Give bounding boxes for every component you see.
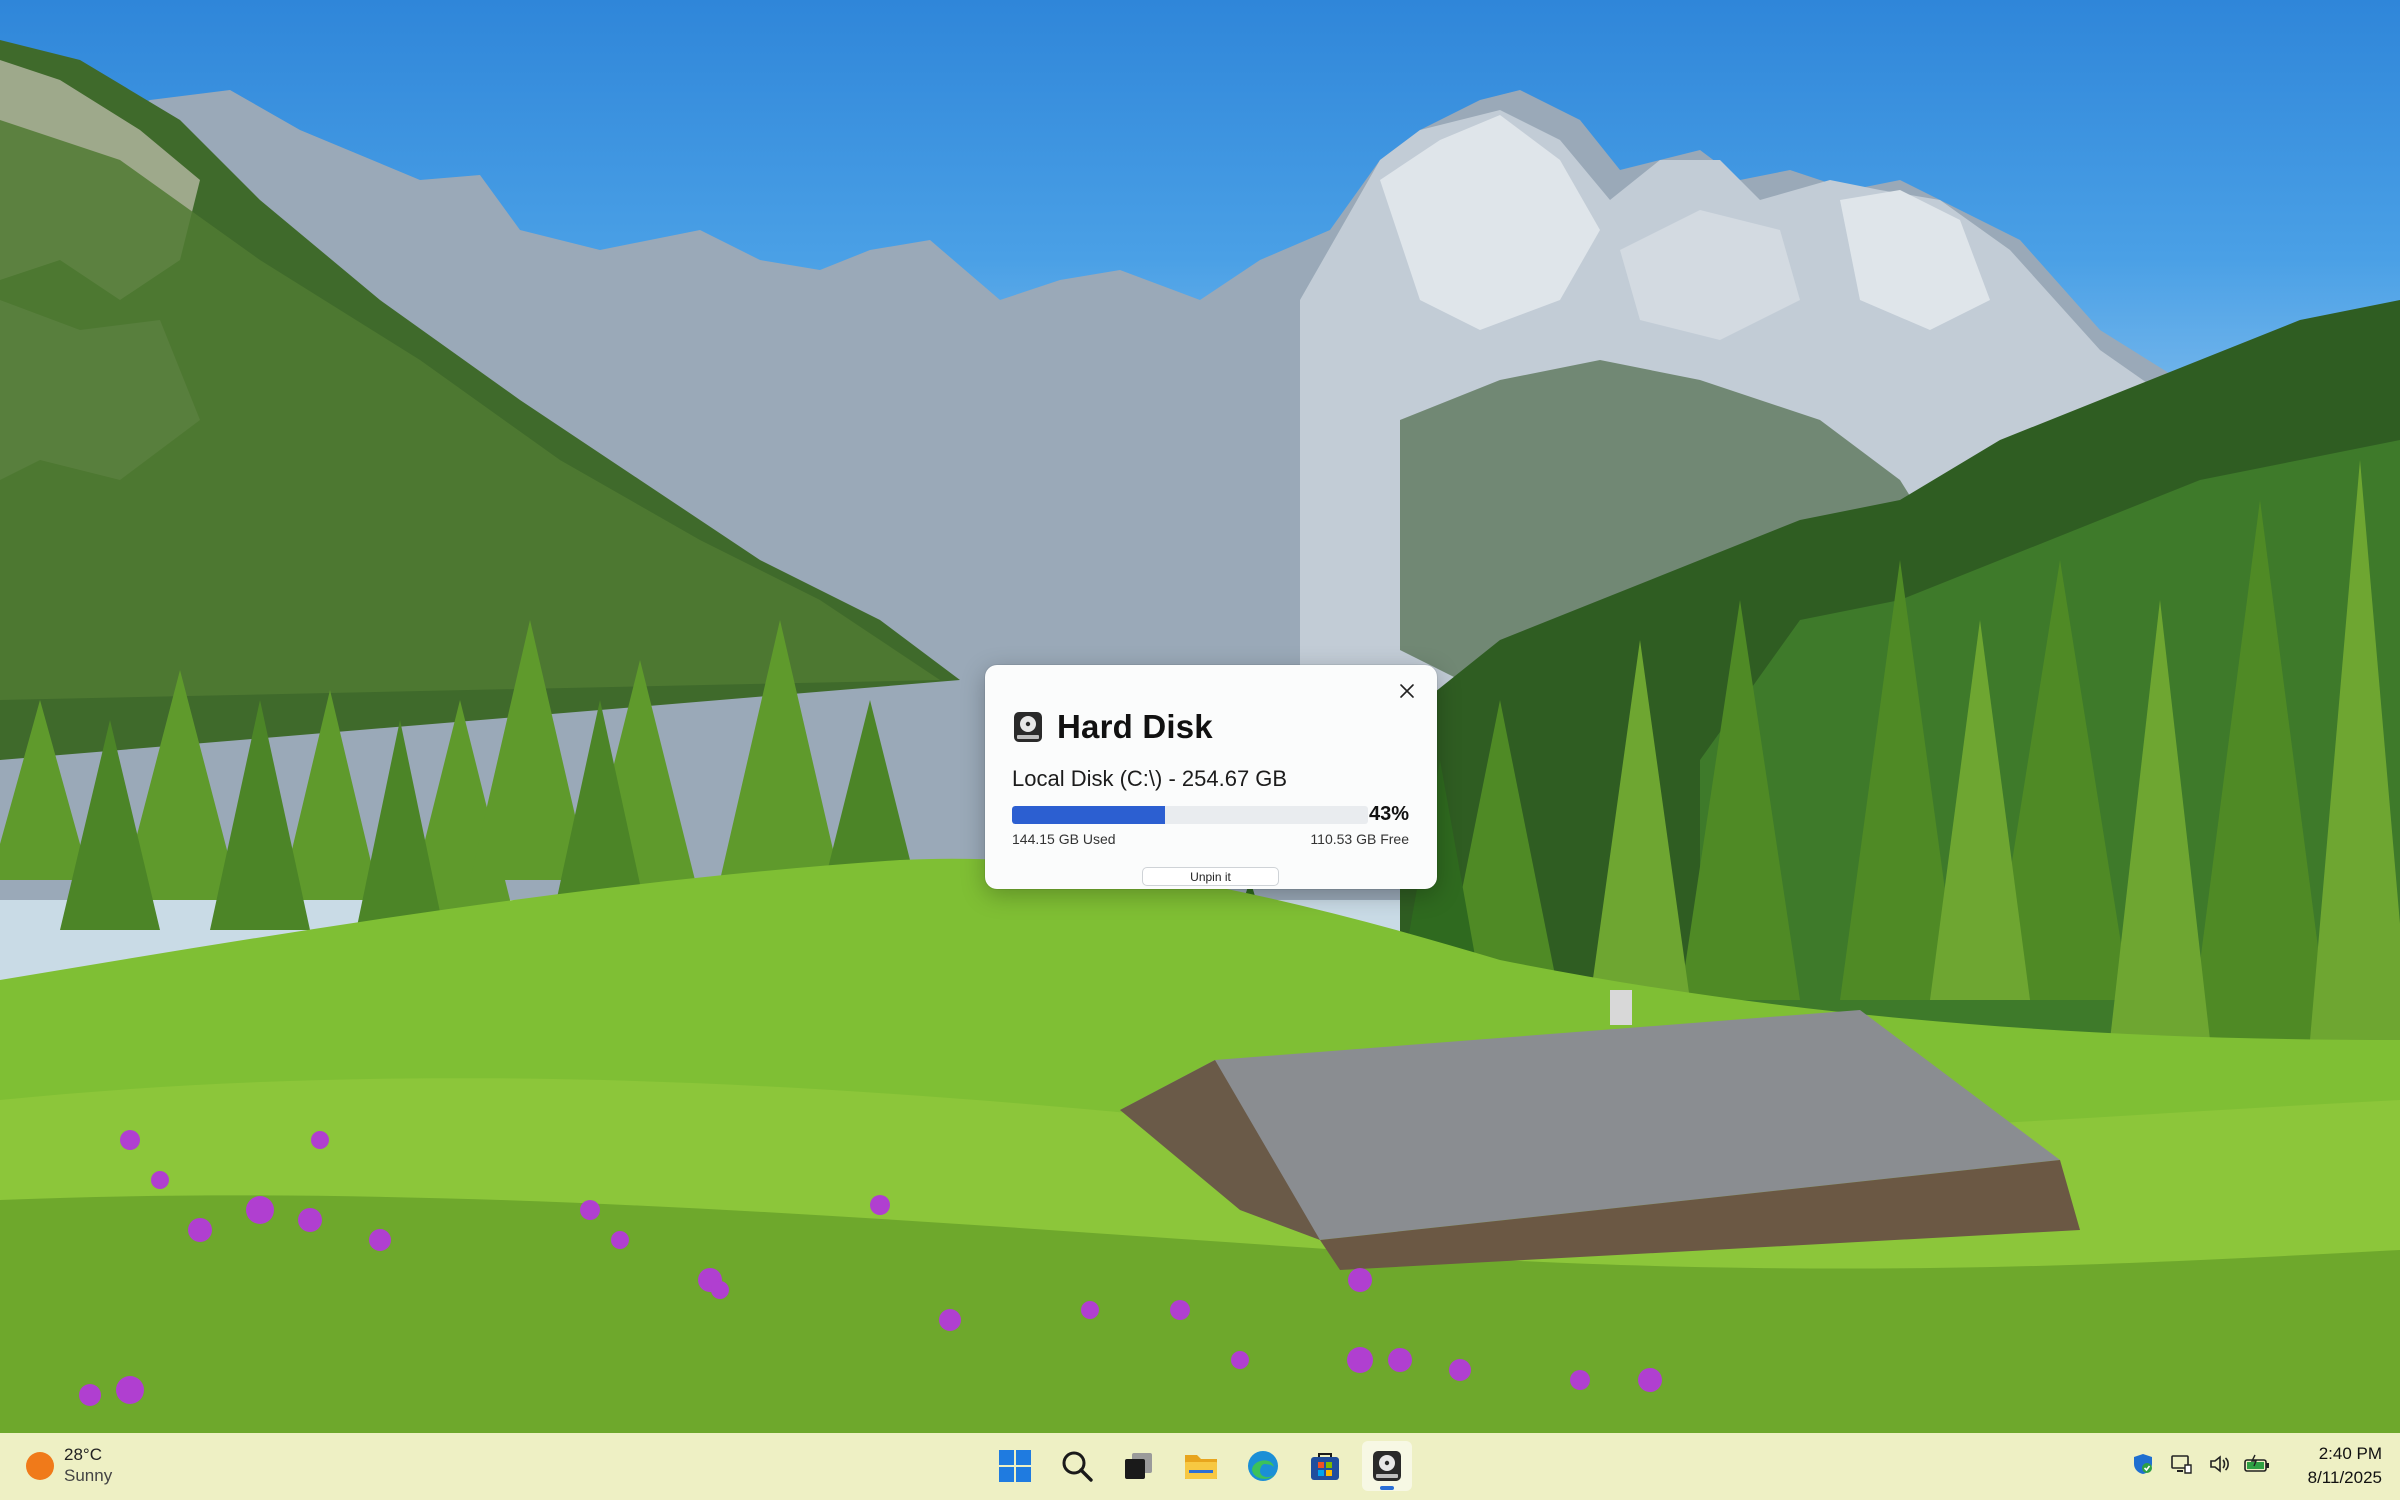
edge-button[interactable] <box>1238 1441 1288 1491</box>
usage-bar <box>1012 806 1368 824</box>
windows-icon <box>999 1450 1031 1482</box>
security-tray-button[interactable] <box>2130 1451 2156 1477</box>
unpin-button[interactable]: Unpin it <box>1142 867 1279 886</box>
usage-percent: 43% <box>1368 803 1409 825</box>
hard-disk-widget: Hard Disk Local Disk (C:\) - 254.67 GB 4… <box>985 665 1437 889</box>
network-icon <box>2171 1455 2192 1474</box>
store-icon <box>1311 1453 1339 1480</box>
weather-widget[interactable]: 28°C Sunny <box>26 1445 112 1487</box>
battery-tray-button[interactable] <box>2244 1451 2270 1477</box>
clock-time: 2:40 PM <box>2318 1444 2382 1463</box>
weather-condition: Sunny <box>64 1466 113 1485</box>
widget-title: Hard Disk <box>1057 708 1213 745</box>
close-icon <box>1400 684 1414 698</box>
folder-icon <box>1185 1455 1217 1479</box>
sun-icon <box>26 1452 54 1480</box>
taskbar: 28°C Sunny 2:40 PM 8/11/2025 <box>0 1433 2400 1500</box>
system-clock[interactable]: 2:40 PM 8/11/2025 <box>2308 1442 2382 1490</box>
taskbar-apps <box>990 1441 1412 1491</box>
hard-disk-icon <box>1373 1451 1401 1481</box>
task-view-button[interactable] <box>1114 1441 1164 1491</box>
close-button[interactable] <box>1391 677 1423 705</box>
network-tray-button[interactable] <box>2168 1451 2194 1477</box>
store-button[interactable] <box>1300 1441 1350 1491</box>
hard-disk-app-button[interactable] <box>1362 1441 1412 1491</box>
widget-header: Hard Disk <box>1011 708 1213 746</box>
search-button[interactable] <box>1052 1441 1102 1491</box>
battery-icon <box>2244 1454 2269 1472</box>
shield-icon <box>2134 1454 2152 1474</box>
system-tray <box>2130 1451 2270 1477</box>
hard-disk-icon <box>1014 712 1042 742</box>
start-button[interactable] <box>990 1441 1040 1491</box>
volume-tray-button[interactable] <box>2206 1451 2232 1477</box>
disk-label: Local Disk (C:\) - 254.67 GB <box>1012 766 1288 791</box>
volume-icon <box>2210 1455 2229 1473</box>
search-icon <box>1062 1451 1093 1482</box>
clock-date: 8/11/2025 <box>2307 1468 2382 1487</box>
file-explorer-button[interactable] <box>1176 1441 1226 1491</box>
task-view-icon <box>1125 1453 1152 1479</box>
edge-icon <box>1248 1451 1278 1481</box>
weather-temperature: 28°C <box>64 1445 102 1464</box>
free-space-label: 110.53 GB Free <box>1310 831 1409 847</box>
usage-bar-fill <box>1012 806 1166 824</box>
used-space-label: 144.15 GB Used <box>1012 831 1116 847</box>
